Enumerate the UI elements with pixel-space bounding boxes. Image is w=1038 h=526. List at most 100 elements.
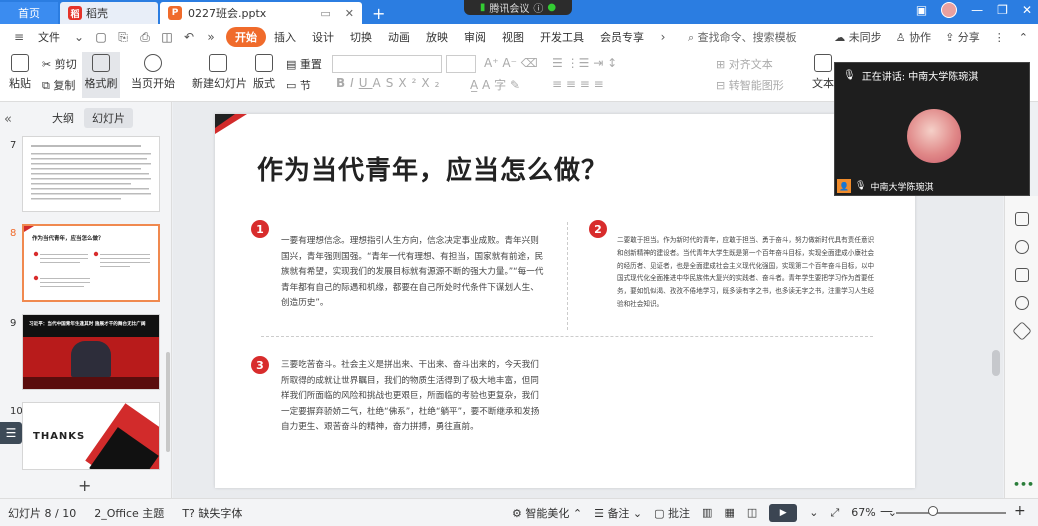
location-icon[interactable] <box>1015 296 1029 310</box>
slide-thumb-10[interactable]: THANKS <box>22 402 160 470</box>
more-options-icon[interactable]: ⋮ <box>994 31 1005 44</box>
char-spacing-icon[interactable]: A̲ <box>470 78 478 92</box>
collapse-panel-icon[interactable]: « <box>4 112 12 127</box>
meeting-video-window[interactable]: 🎙 正在讲话: 中南大学陈琬淇 👤 🎙 中南大学陈琬淇 <box>834 62 1030 196</box>
menu-insert[interactable]: 插入 <box>266 29 304 45</box>
italic-icon[interactable]: I <box>350 76 359 90</box>
format-painter-button[interactable]: 格式刷 <box>82 52 120 98</box>
menu-file[interactable]: 文件 <box>30 29 68 45</box>
tab-docer[interactable]: 稻 稻壳 <box>60 2 158 24</box>
reading-view-icon[interactable]: ◫ <box>747 506 757 519</box>
subscript-icon[interactable]: X₂ <box>421 76 444 90</box>
point-text-1[interactable]: 一要有理想信念。理想指引人生方向，信念决定事业成败。青年兴则国兴，青年强则国强。… <box>281 234 545 312</box>
sync-status[interactable]: ☁ 未同步 <box>834 29 882 45</box>
font-name-combo[interactable] <box>332 55 442 73</box>
window-close-icon[interactable]: ✕ <box>1022 3 1032 17</box>
tab-outline[interactable]: 大纲 <box>52 110 74 126</box>
slide-thumb-8[interactable]: 作为当代青年，应当怎么做？ <box>22 224 160 302</box>
search-command[interactable]: ⌕ 查找命令、搜索模板 <box>688 29 797 45</box>
collapse-ribbon-icon[interactable]: ⌃ <box>1019 31 1028 44</box>
export-icon[interactable]: ⎘ <box>116 30 130 44</box>
justify-icon[interactable]: ≡ <box>594 77 604 91</box>
shadow-icon[interactable]: S <box>386 76 399 90</box>
align-right-icon[interactable]: ≡ <box>580 77 590 91</box>
font-size-combo[interactable] <box>446 55 476 73</box>
share-button[interactable]: ⇪ 分享 <box>945 29 980 45</box>
notes-button[interactable]: ☰ 备注 ⌄ <box>594 505 642 521</box>
align-left-icon[interactable]: ≡ <box>552 77 562 91</box>
cut-button[interactable]: ✂ 剪切 <box>42 56 77 72</box>
tab-file[interactable]: P 0227班会.pptx ▭ ✕ <box>160 2 362 24</box>
meeting-indicator[interactable]: ▮ 腾讯会议 ⓘ ● <box>464 0 572 15</box>
slide-thumb-9[interactable]: 习近平：当代中国青年生逢其时 施展才干的舞台无比广阔 <box>22 314 160 390</box>
sorter-view-icon[interactable]: ▦ <box>724 506 734 519</box>
clear-format-icon[interactable]: ⌫ <box>521 56 538 70</box>
outline-toggle-icon[interactable]: ☰ <box>0 422 22 444</box>
tab-close-icon[interactable]: ✕ <box>345 7 354 20</box>
play-slideshow-icon[interactable]: ▶ <box>769 503 798 522</box>
paste-button[interactable]: 粘贴 <box>6 54 34 91</box>
theme-name[interactable]: 2_Office 主题 <box>94 505 164 521</box>
phonetic-icon[interactable]: 字 <box>494 78 506 92</box>
menu-vip[interactable]: 会员专享 <box>592 29 652 45</box>
tab-home[interactable]: 首页 <box>0 2 58 24</box>
underline-icon[interactable]: U <box>359 76 373 90</box>
align-text-button[interactable]: ⊞ 对齐文本 <box>716 56 773 72</box>
menu-slideshow[interactable]: 放映 <box>418 29 456 45</box>
point-text-3[interactable]: 三要吃苦奋斗。社会主义是拼出来、干出来、奋斗出来的，今天我们所取得的成就让世界瞩… <box>281 358 541 436</box>
panel-scrollbar[interactable] <box>166 352 170 452</box>
menu-view[interactable]: 视图 <box>494 29 532 45</box>
menu-scroll-right-icon[interactable]: › <box>656 30 670 44</box>
layout-button[interactable]: 版式 <box>250 54 278 91</box>
zoom-slider-handle[interactable] <box>928 506 938 516</box>
tab-slides[interactable]: 幻灯片 <box>84 108 133 128</box>
bold-icon[interactable]: B <box>336 76 350 90</box>
section-button[interactable]: ▭ 节 <box>286 77 311 93</box>
superscript-icon[interactable]: X² <box>398 76 421 90</box>
play-options-icon[interactable]: ⌄ <box>809 506 818 519</box>
tool-panel-icon[interactable] <box>1015 212 1029 226</box>
new-tab-plus-icon[interactable]: + <box>372 2 385 24</box>
slide-title[interactable]: 作为当代青年，应当怎么做？ <box>257 150 608 187</box>
cube-icon[interactable] <box>1012 321 1032 341</box>
line-spacing-icon[interactable]: ↕ <box>607 56 617 70</box>
indent-icon[interactable]: ⇥ <box>593 56 603 70</box>
preview-icon[interactable]: ◫ <box>160 30 174 44</box>
bullet-list-icon[interactable]: ☰ <box>552 56 563 70</box>
image-icon[interactable] <box>1015 268 1029 282</box>
tab-monitor-icon[interactable]: ▭ <box>320 7 330 20</box>
smartart-button[interactable]: ⊟ 转智能图形 <box>716 77 784 93</box>
align-center-icon[interactable]: ≡ <box>566 77 576 91</box>
add-slide-icon[interactable]: + <box>78 476 91 495</box>
increase-font-icon[interactable]: A⁺ <box>484 56 499 70</box>
save-icon[interactable]: ▢ <box>94 30 108 44</box>
menu-animation[interactable]: 动画 <box>380 29 418 45</box>
comments-button[interactable]: ▢ 批注 <box>654 505 690 521</box>
hamburger-icon[interactable]: ≡ <box>12 30 26 44</box>
decrease-font-icon[interactable]: A⁻ <box>502 56 517 70</box>
collab-button[interactable]: ♙ 协作 <box>896 29 931 45</box>
strikethrough-icon[interactable]: A <box>373 76 386 90</box>
highlight-icon[interactable]: ✎ <box>510 78 520 92</box>
menu-devtools[interactable]: 开发工具 <box>532 29 592 45</box>
editor-scrollbar[interactable] <box>992 350 1000 376</box>
play-from-current-button[interactable]: 当页开始 <box>130 54 176 91</box>
menu-review[interactable]: 审阅 <box>456 29 494 45</box>
info-icon[interactable]: ⓘ <box>533 0 543 15</box>
more-icon[interactable]: » <box>204 30 218 44</box>
window-layout-icon[interactable]: ▣ <box>916 3 927 17</box>
chevron-down-icon[interactable]: ⌄ <box>72 30 86 44</box>
undo-icon[interactable]: ↶ <box>182 30 196 44</box>
minimize-icon[interactable]: — <box>971 3 983 17</box>
zoom-out-icon[interactable]: — <box>880 504 893 519</box>
point-text-2[interactable]: 二要敢于担当。作为新时代的青年，应敢于担当、勇于奋斗，努力做新时代具有责任意识和… <box>617 234 875 311</box>
print-icon[interactable]: ⎙ <box>138 30 152 44</box>
beautify-button[interactable]: ⚙ 智能美化 ⌃ <box>512 505 582 521</box>
zoom-level[interactable]: 67% <box>851 506 875 519</box>
restore-icon[interactable]: ❐ <box>997 3 1008 17</box>
user-avatar[interactable] <box>941 2 958 18</box>
zoom-in-icon[interactable]: + <box>1014 503 1026 519</box>
font-color-icon[interactable]: A <box>482 78 490 92</box>
zoom-fit-icon[interactable]: ⤢ <box>830 506 839 520</box>
help-icon[interactable] <box>1015 240 1029 254</box>
